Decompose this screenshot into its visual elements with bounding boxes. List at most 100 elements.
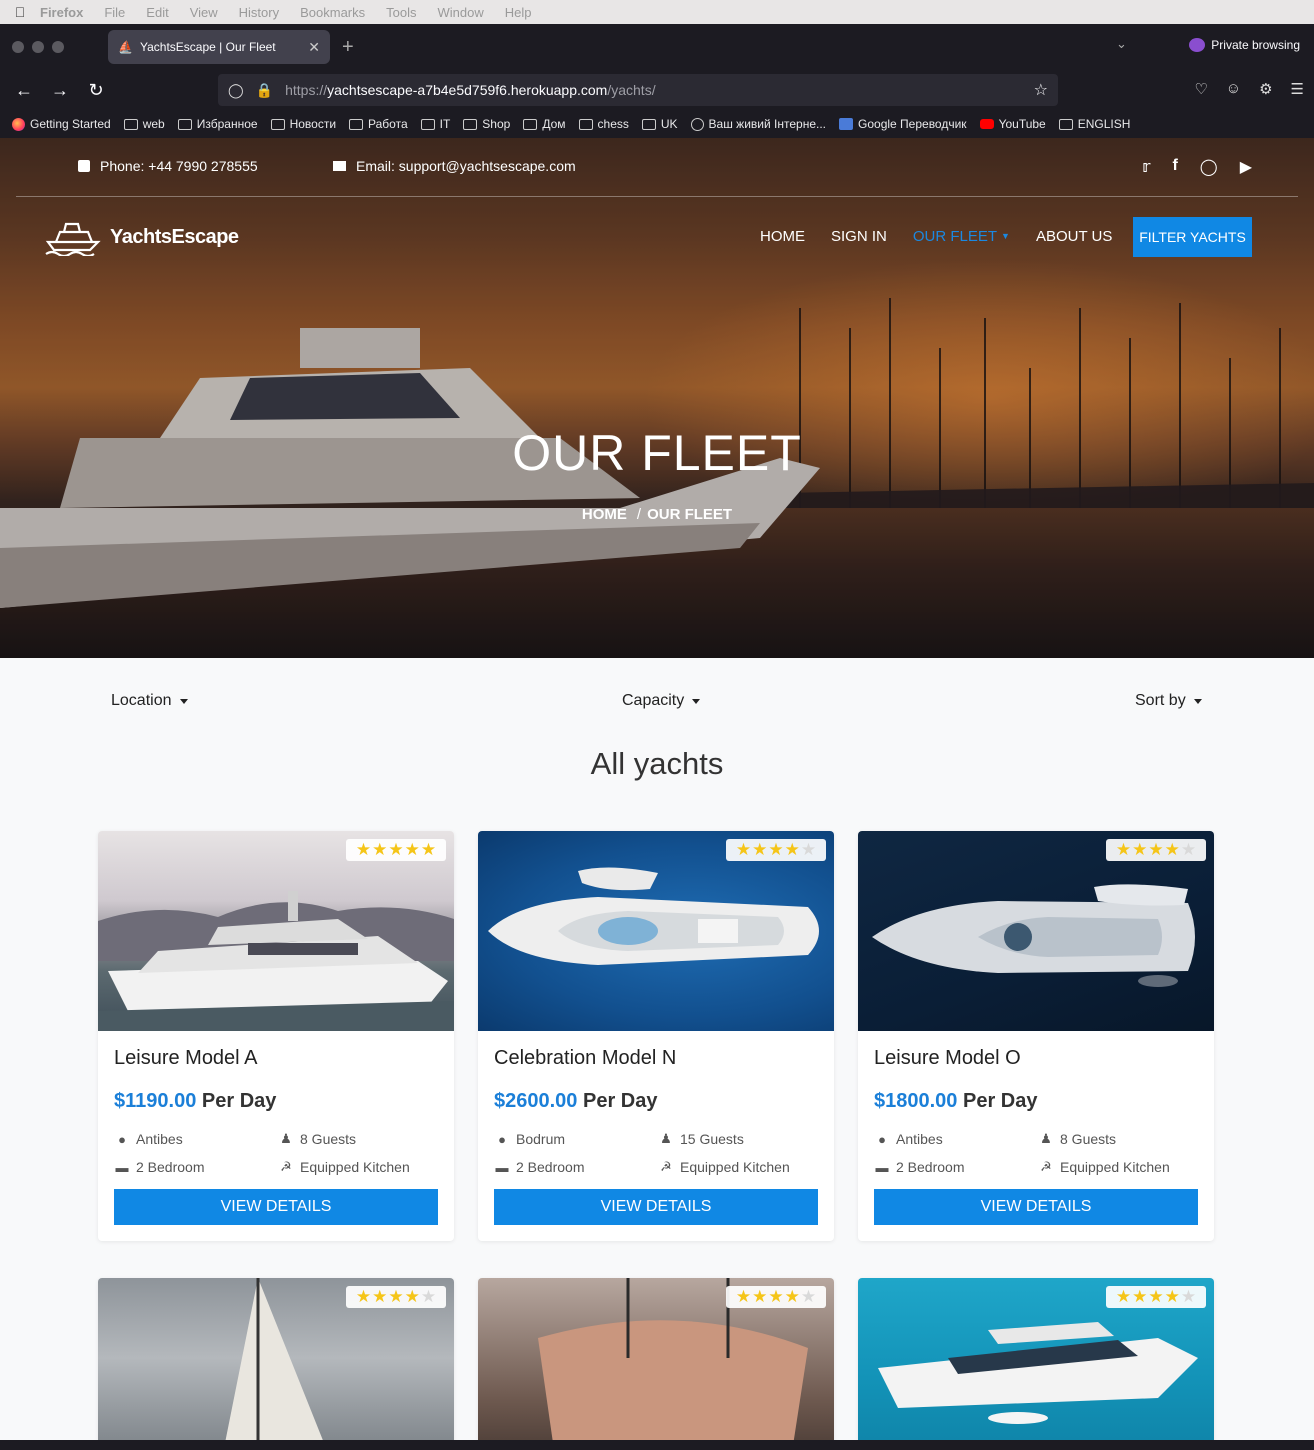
capacity-dropdown[interactable]: Capacity bbox=[622, 692, 701, 710]
url-bar[interactable]: ◯ 🔒 https://yachtsescape-a7b4e5d759f6.he… bbox=[218, 74, 1058, 106]
menu-file[interactable]: File bbox=[104, 5, 125, 20]
main-navigation: HOME SIGN IN OUR FLEET ▼ ABOUT US bbox=[760, 228, 1138, 245]
minimize-window-button[interactable] bbox=[32, 41, 44, 53]
star-filled-icon: ★ bbox=[1148, 840, 1164, 859]
star-filled-icon: ★ bbox=[752, 840, 768, 859]
shield-icon[interactable]: ◯ bbox=[228, 82, 244, 99]
yacht-name[interactable]: Leisure Model O bbox=[874, 1047, 1198, 1070]
instagram-icon[interactable]: ◯ bbox=[1200, 157, 1218, 177]
yacht-photo[interactable]: ★ ★ ★ ★ ★ bbox=[478, 831, 834, 1031]
star-filled-icon: ★ bbox=[1132, 840, 1148, 859]
menu-window[interactable]: Window bbox=[438, 5, 484, 20]
menu-tools[interactable]: Tools bbox=[386, 5, 416, 20]
chevron-down-icon[interactable]: ⌄ bbox=[1116, 36, 1127, 52]
menu-edit[interactable]: Edit bbox=[146, 5, 168, 20]
menu-help[interactable]: Help bbox=[505, 5, 532, 20]
envelope-icon bbox=[333, 161, 346, 171]
apple-icon[interactable]:  bbox=[0, 4, 40, 20]
users-icon: ♟ bbox=[1040, 1131, 1052, 1146]
nav-sign-in[interactable]: SIGN IN bbox=[831, 228, 887, 245]
yacht-card: ★ ★ ★ ★ ★ Celebration Model N $2600.00 Per D… bbox=[478, 831, 834, 1241]
reload-icon[interactable]: ↻ bbox=[78, 80, 114, 101]
youtube-icon[interactable]: ▶ bbox=[1240, 157, 1252, 177]
pocket-icon[interactable]: ♡ bbox=[1194, 80, 1207, 98]
close-tab-icon[interactable]: ✕ bbox=[308, 39, 320, 56]
twitter-icon[interactable]: 𝕣 bbox=[1142, 157, 1150, 177]
filter-yachts-button[interactable]: FILTER YACHTS bbox=[1133, 217, 1252, 257]
bookmark-uk[interactable]: UK bbox=[641, 117, 678, 131]
bookmark-youtube[interactable]: YouTube bbox=[979, 117, 1046, 131]
site-logo[interactable]: YachtsEscape bbox=[44, 218, 239, 256]
yacht-photo[interactable]: ★ ★ ★ ★ ★ bbox=[858, 1278, 1214, 1440]
bookmark-getting-started[interactable]: Getting Started bbox=[12, 117, 111, 131]
bookmark-google-translate[interactable]: Google Переводчик bbox=[839, 117, 967, 131]
breadcrumb-home[interactable]: HOME bbox=[582, 506, 627, 523]
new-tab-icon[interactable]: + bbox=[342, 36, 354, 59]
phone-contact[interactable]: Phone: +44 7990 278555 bbox=[78, 158, 258, 174]
bookmark-label: IT bbox=[439, 117, 451, 131]
nav-our-fleet[interactable]: OUR FLEET ▼ bbox=[913, 228, 1010, 245]
menu-hamburger-icon[interactable]: ☰ bbox=[1291, 80, 1304, 98]
spec-bedrooms-text: 2 Bedroom bbox=[136, 1159, 205, 1175]
folder-icon bbox=[177, 118, 192, 130]
bookmark-home[interactable]: Дом bbox=[523, 117, 566, 131]
facebook-icon[interactable]: f bbox=[1172, 157, 1177, 177]
yacht-photo[interactable]: ★ ★ ★ ★ ★ bbox=[98, 1278, 454, 1440]
lock-icon[interactable]: 🔒 bbox=[256, 82, 273, 99]
bookmark-english[interactable]: ENGLISH bbox=[1058, 117, 1130, 131]
bookmark-shop[interactable]: Shop bbox=[463, 117, 510, 131]
nav-about-us[interactable]: ABOUT US bbox=[1036, 228, 1112, 245]
bed-icon: ▬ bbox=[875, 1159, 889, 1175]
close-window-button[interactable] bbox=[12, 41, 24, 53]
extensions-icon[interactable]: ⚙ bbox=[1259, 80, 1272, 98]
utensils-icon: ☭ bbox=[280, 1159, 292, 1174]
menu-history[interactable]: History bbox=[239, 5, 279, 20]
google-translate-icon bbox=[839, 118, 854, 130]
yacht-photo[interactable]: ★ ★ ★ ★ ★ bbox=[478, 1278, 834, 1440]
location-dropdown[interactable]: Location bbox=[111, 692, 188, 710]
capacity-dropdown-label: Capacity bbox=[622, 692, 685, 709]
bookmark-star-icon[interactable]: ☆ bbox=[1034, 80, 1048, 100]
menu-bookmarks[interactable]: Bookmarks bbox=[300, 5, 365, 20]
yacht-image-motorboat bbox=[98, 891, 454, 1031]
spec-guests-text: 15 Guests bbox=[680, 1131, 744, 1147]
star-filled-icon: ★ bbox=[768, 840, 784, 859]
bookmark-work[interactable]: Работа bbox=[349, 117, 408, 131]
back-arrow-icon[interactable]: ← bbox=[6, 80, 42, 101]
star-filled-icon: ★ bbox=[388, 840, 404, 859]
star-empty-icon: ★ bbox=[800, 840, 817, 859]
yacht-photo[interactable]: ★ ★ ★ ★ ★ bbox=[858, 831, 1214, 1031]
breadcrumb: HOME / OUR FLEET bbox=[0, 506, 1314, 523]
sort-dropdown[interactable]: Sort by bbox=[1135, 692, 1202, 710]
view-details-button[interactable]: VIEW DETAILS bbox=[114, 1189, 438, 1225]
browser-tab-active[interactable]: ⛵ YachtsEscape | Our Fleet ✕ bbox=[108, 30, 330, 64]
maximize-window-button[interactable] bbox=[52, 41, 64, 53]
bookmark-chess[interactable]: chess bbox=[578, 117, 629, 131]
email-contact[interactable]: Email: support@yachtsescape.com bbox=[333, 158, 576, 174]
bookmark-web[interactable]: web bbox=[123, 117, 165, 131]
view-details-button[interactable]: VIEW DETAILS bbox=[874, 1189, 1198, 1225]
forward-arrow-icon[interactable]: → bbox=[42, 80, 78, 101]
star-filled-icon: ★ bbox=[768, 1287, 784, 1306]
bookmark-site-24[interactable]: Ваш живий Інтерне... bbox=[690, 117, 826, 131]
yacht-name[interactable]: Leisure Model A bbox=[114, 1047, 438, 1070]
bookmark-it[interactable]: IT bbox=[420, 117, 451, 131]
users-icon: ♟ bbox=[660, 1131, 672, 1146]
menu-app-name[interactable]: Firefox bbox=[40, 5, 83, 20]
price-amount: $1800.00 bbox=[874, 1090, 958, 1112]
bookmark-news[interactable]: Новости bbox=[270, 117, 336, 131]
yacht-photo[interactable]: ★ ★ ★ ★ ★ bbox=[98, 831, 454, 1031]
star-filled-icon: ★ bbox=[1115, 840, 1132, 859]
bookmark-favorites[interactable]: Избранное bbox=[177, 117, 258, 131]
bed-icon: ▬ bbox=[115, 1159, 129, 1175]
spec-location: ● Antibes bbox=[114, 1131, 278, 1147]
nav-home[interactable]: HOME bbox=[760, 228, 805, 245]
star-filled-icon: ★ bbox=[1148, 1287, 1164, 1306]
menu-view[interactable]: View bbox=[190, 5, 218, 20]
account-icon[interactable]: ☺ bbox=[1226, 80, 1241, 98]
view-details-button[interactable]: VIEW DETAILS bbox=[494, 1189, 818, 1225]
yacht-name[interactable]: Celebration Model N bbox=[494, 1047, 818, 1070]
yacht-image-superyacht bbox=[872, 884, 1195, 987]
rating-stars: ★ ★ ★ ★ ★ bbox=[346, 839, 446, 861]
spec-location-text: Antibes bbox=[896, 1131, 943, 1147]
